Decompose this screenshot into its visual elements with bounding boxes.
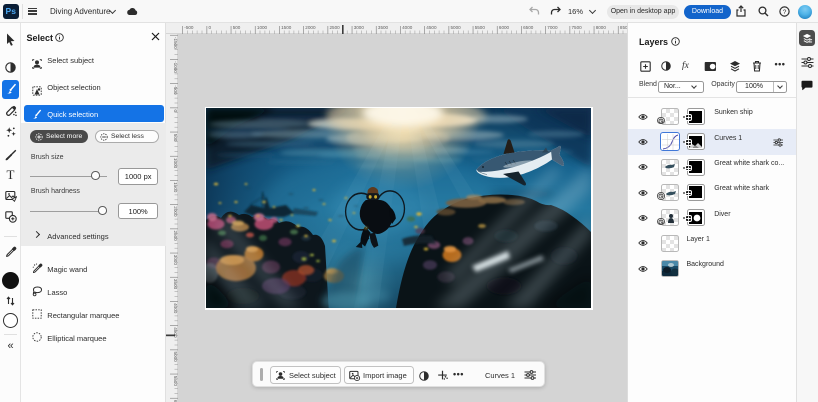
svg-text:2000: 2000	[305, 25, 316, 30]
svg-text:3500: 3500	[378, 25, 389, 30]
svg-text:7000: 7000	[547, 25, 558, 30]
svg-text:1000: 1000	[173, 158, 178, 169]
svg-text:2000: 2000	[173, 206, 178, 217]
svg-text:2500: 2500	[173, 231, 178, 242]
svg-text:4500: 4500	[173, 327, 178, 338]
svg-text:500: 500	[233, 25, 241, 30]
svg-text:3000: 3000	[173, 255, 178, 266]
svg-text:8000: 8000	[596, 25, 607, 30]
svg-text:4000: 4000	[173, 303, 178, 314]
svg-text:4000: 4000	[402, 25, 413, 30]
svg-text:3500: 3500	[173, 279, 178, 290]
svg-text:5500: 5500	[475, 25, 486, 30]
svg-text:1500: 1500	[173, 182, 178, 193]
svg-text:8500: 8500	[620, 25, 627, 30]
svg-text:-1000: -1000	[173, 61, 178, 73]
svg-text:?: ?	[783, 9, 787, 16]
svg-text:-500: -500	[184, 25, 194, 30]
svg-text:5000: 5000	[173, 352, 178, 363]
svg-text:7500: 7500	[572, 25, 583, 30]
svg-text:2500: 2500	[330, 25, 341, 30]
svg-text:1000: 1000	[257, 25, 268, 30]
svg-text:500: 500	[173, 134, 178, 142]
svg-text:-1500: -1500	[173, 37, 178, 49]
svg-text:0: 0	[173, 110, 178, 113]
svg-text:6000: 6000	[499, 25, 510, 30]
svg-text:5000: 5000	[451, 25, 462, 30]
svg-text:6500: 6500	[523, 25, 534, 30]
svg-text:5500: 5500	[173, 376, 178, 387]
svg-text:0: 0	[209, 25, 212, 30]
svg-text:1500: 1500	[281, 25, 292, 30]
svg-text:4500: 4500	[426, 25, 437, 30]
svg-text:3000: 3000	[354, 25, 365, 30]
